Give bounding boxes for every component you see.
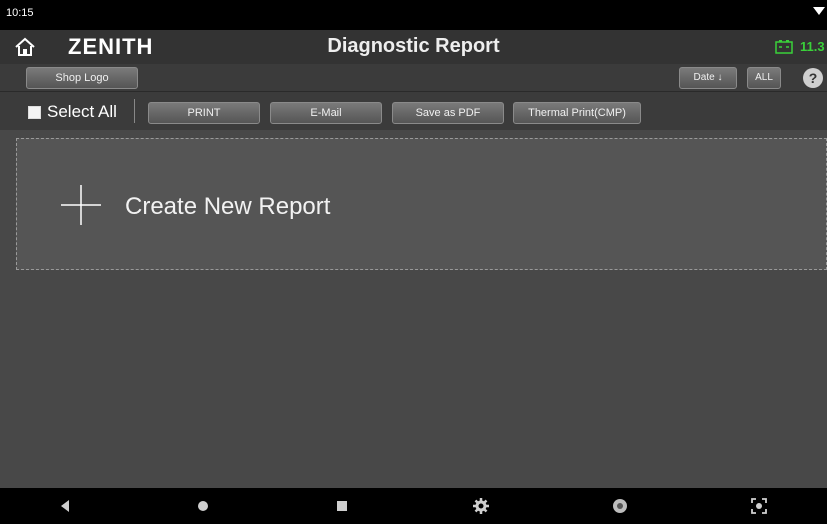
print-button[interactable]: PRINT xyxy=(148,102,260,124)
plus-icon xyxy=(61,185,101,225)
save-pdf-button[interactable]: Save as PDF xyxy=(392,102,504,124)
create-report-label: Create New Report xyxy=(125,193,331,220)
help-button[interactable]: ? xyxy=(803,68,823,88)
select-all-label: Select All xyxy=(47,102,117,121)
select-all-checkbox[interactable]: Select All xyxy=(28,102,117,122)
divider xyxy=(134,99,135,123)
action-toolbar: Select All PRINT E-Mail Save as PDF Ther… xyxy=(0,92,827,130)
home-icon[interactable] xyxy=(14,37,36,57)
checkbox-icon[interactable] xyxy=(28,105,41,119)
back-icon[interactable] xyxy=(56,497,74,515)
screenshot-icon[interactable] xyxy=(750,497,768,515)
recents-icon[interactable] xyxy=(333,497,351,515)
browser-icon[interactable] xyxy=(611,497,629,515)
report-toolbar: Shop Logo Date ↓ ALL ? xyxy=(0,64,827,92)
wifi-icon xyxy=(813,7,825,15)
date-sort-button[interactable]: Date ↓ xyxy=(679,67,737,89)
system-nav-bar xyxy=(0,488,827,524)
title-bar: ZENITH Diagnostic Report 11.3 xyxy=(0,30,827,64)
voltage-readout: 11.3 xyxy=(800,39,825,54)
status-bar: 10:15 xyxy=(0,0,827,30)
shop-logo-button[interactable]: Shop Logo xyxy=(26,67,138,89)
app-logo: ZENITH xyxy=(68,34,154,59)
all-filter-button[interactable]: ALL xyxy=(747,67,781,89)
home-icon[interactable] xyxy=(194,497,212,515)
status-time: 10:15 xyxy=(6,7,34,19)
email-button[interactable]: E-Mail xyxy=(270,102,382,124)
thermal-print-button[interactable]: Thermal Print(CMP) xyxy=(513,102,641,124)
create-report-card[interactable]: Create New Report xyxy=(16,138,827,270)
settings-icon[interactable] xyxy=(472,497,490,515)
report-list: Create New Report xyxy=(0,130,827,488)
battery-icon xyxy=(775,40,793,54)
